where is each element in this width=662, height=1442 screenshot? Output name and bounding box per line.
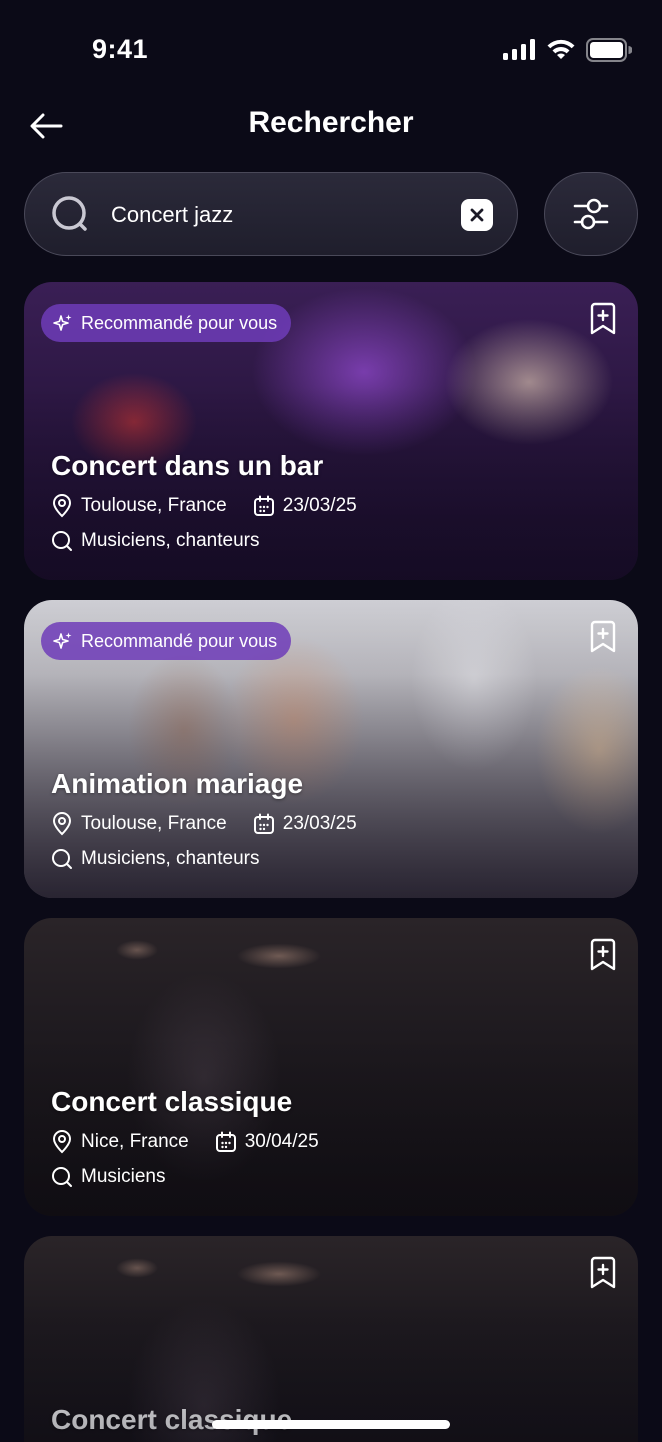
header: Rechercher — [0, 100, 662, 152]
search-input[interactable] — [111, 193, 451, 237]
map-pin-icon — [52, 494, 72, 518]
event-card[interactable]: Concert classique — [24, 1236, 638, 1442]
card-roles: Musiciens, chanteurs — [81, 530, 260, 551]
status-bar: 9:41 — [0, 0, 662, 100]
card-date: 23/03/25 — [282, 495, 357, 516]
badge-label: Recommandé pour vous — [81, 312, 278, 333]
search-icon — [52, 531, 72, 551]
bookmark-add-icon[interactable] — [588, 1256, 618, 1290]
card-roles: Musiciens, chanteurs — [81, 848, 260, 869]
bookmark-add-icon[interactable] — [588, 620, 618, 654]
search-icon — [52, 849, 72, 869]
calendar-icon — [253, 495, 274, 516]
signal-icon — [503, 39, 535, 60]
card-location: Toulouse, France — [81, 495, 227, 516]
page-title: Rechercher — [248, 106, 414, 139]
calendar-icon — [253, 813, 274, 834]
event-card[interactable]: Recommandé pour vous Concert dans un bar… — [24, 282, 638, 580]
sliders-icon — [573, 198, 609, 230]
calendar-icon — [215, 1131, 236, 1152]
card-title: Animation mariage — [51, 768, 304, 799]
card-location: Toulouse, France — [81, 813, 227, 834]
search-icon — [51, 195, 91, 235]
card-title: Concert dans un bar — [51, 450, 324, 481]
card-meta-location-date: Toulouse, France 23/03/25 — [51, 494, 357, 518]
filter-button[interactable] — [544, 172, 638, 256]
status-time: 9:41 — [92, 34, 149, 64]
bookmark-add-icon[interactable] — [588, 938, 618, 972]
card-date: 23/03/25 — [282, 813, 357, 834]
search-row — [24, 172, 638, 256]
card-meta-location-date: Nice, France 30/04/25 — [51, 1130, 319, 1154]
map-pin-icon — [52, 812, 72, 836]
card-meta-location-date: Toulouse, France 23/03/25 — [51, 812, 357, 836]
card-date: 30/04/25 — [244, 1131, 319, 1152]
sparkle-icon — [53, 632, 72, 649]
status-icons — [502, 38, 632, 62]
battery-icon — [586, 38, 632, 62]
card-meta-roles: Musiciens — [51, 1166, 165, 1188]
badge-label: Recommandé pour vous — [81, 630, 278, 651]
map-pin-icon — [52, 1130, 72, 1154]
home-indicator[interactable] — [212, 1420, 450, 1429]
card-title: Concert classique — [51, 1086, 293, 1117]
recommended-badge: Recommandé pour vous — [41, 622, 292, 660]
event-card[interactable]: Concert classique Nice, France 30/04/25 … — [24, 918, 638, 1216]
wifi-icon — [547, 39, 575, 59]
search-box[interactable] — [24, 172, 518, 256]
bookmark-add-icon[interactable] — [588, 302, 618, 336]
sparkle-icon — [53, 314, 72, 331]
card-meta-roles: Musiciens, chanteurs — [51, 848, 259, 870]
event-card[interactable]: Recommandé pour vous Animation mariage T… — [24, 600, 638, 898]
clear-search-button[interactable] — [461, 199, 493, 231]
recommended-badge: Recommandé pour vous — [41, 304, 292, 342]
card-location: Nice, France — [81, 1131, 189, 1152]
card-meta-roles: Musiciens, chanteurs — [51, 530, 259, 552]
card-roles: Musiciens — [81, 1166, 166, 1187]
search-icon — [52, 1167, 72, 1187]
close-icon — [470, 208, 484, 222]
